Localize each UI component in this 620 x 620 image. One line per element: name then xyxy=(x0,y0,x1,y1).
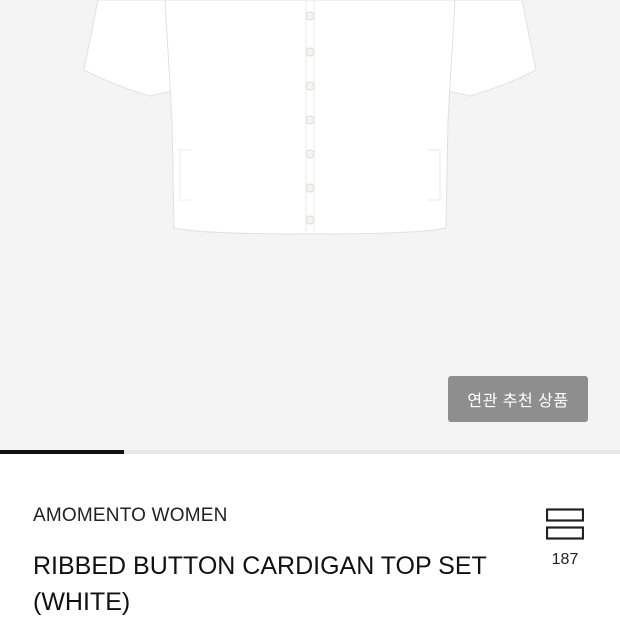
product-title: RIBBED BUTTON CARDIGAN TOP SET (WHITE) xyxy=(33,552,487,616)
brand-name[interactable]: AMOMENTO WOMEN xyxy=(33,505,228,527)
wishlist-count: 187 xyxy=(551,551,579,568)
gallery-progress-fill xyxy=(0,450,124,454)
bookmark-stack-icon xyxy=(546,508,584,540)
product-gallery[interactable]: 연관 추천 상품 xyxy=(0,0,620,452)
wishlist-button[interactable]: 187 xyxy=(538,505,592,575)
gallery-progress-bar xyxy=(0,450,620,454)
related-products-button[interactable]: 연관 추천 상품 xyxy=(448,376,588,422)
